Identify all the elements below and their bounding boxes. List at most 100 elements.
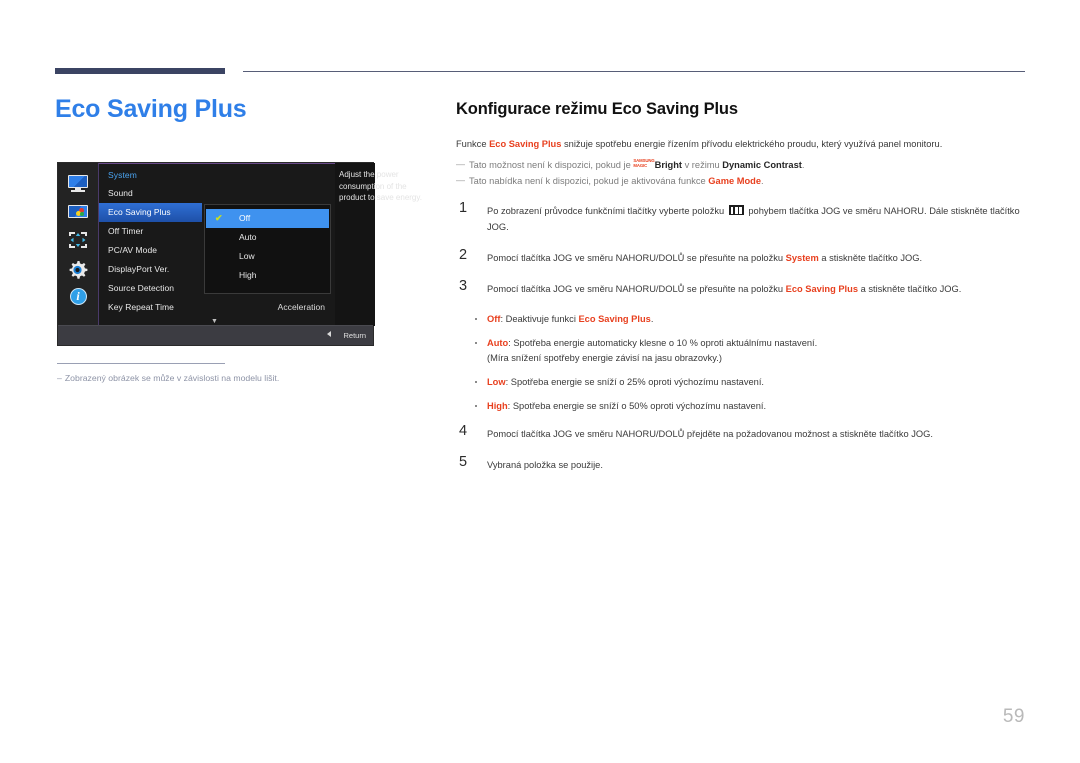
osd-submenu-item-low[interactable]: Low bbox=[205, 247, 330, 266]
left-note-divider bbox=[57, 363, 225, 364]
osd-submenu-item-auto[interactable]: Auto bbox=[205, 228, 330, 247]
osd-item-label: Eco Saving Plus bbox=[108, 207, 171, 217]
section-title: Konfigurace režimu Eco Saving Plus bbox=[456, 100, 738, 118]
jog-menu-icon bbox=[728, 205, 744, 215]
osd-submenu-label: High bbox=[239, 270, 257, 280]
bullet-dot-icon bbox=[475, 318, 478, 321]
option-bullets: Off: Deaktivuje funkci Eco Saving Plus. … bbox=[456, 312, 1026, 414]
bullet-text: Low: Spotřeba energie se sníží o 25% opr… bbox=[487, 375, 1026, 390]
em-dash-icon: — bbox=[456, 159, 465, 169]
bullet-dot-icon bbox=[475, 381, 478, 384]
bullet-text: Auto: Spotřeba energie automaticky klesn… bbox=[487, 336, 1026, 351]
step3-part-a: Pomocí tlačítka JOG ve směru NAHORU/DOLŮ… bbox=[487, 284, 786, 294]
bullet-low-a: : Spotřeba energie se sníží o 25% oproti… bbox=[505, 377, 764, 387]
bullet-low: Low: Spotřeba energie se sníží o 25% opr… bbox=[456, 375, 1026, 390]
header-rule-left bbox=[55, 68, 225, 74]
osd-sidebar: i bbox=[58, 163, 98, 326]
manual-page: Eco Saving Plus i System Sound Eco Savin… bbox=[0, 0, 1080, 763]
step-text: Pomocí tlačítka JOG ve směru NAHORU/DOLŮ… bbox=[487, 281, 1026, 297]
step1-part-a: Po zobrazení průvodce funkčními tlačítky… bbox=[487, 206, 727, 216]
osd-menu-header: System bbox=[108, 170, 137, 180]
note1-part-b: v režimu bbox=[681, 160, 723, 170]
osd-item-value: Acceleration bbox=[277, 302, 325, 312]
osd-return-button[interactable]: Return bbox=[327, 331, 366, 340]
bullet-text: Off: Deaktivuje funkci Eco Saving Plus. bbox=[487, 312, 1026, 327]
bullet-low-label: Low bbox=[487, 377, 506, 387]
lead-paragraph: Funkce Eco Saving Plus snižuje spotřebu … bbox=[456, 137, 1026, 152]
bullet-text: High: Spotřeba energie se sníží o 50% op… bbox=[487, 399, 1026, 414]
lead-part-c: snižuje spotřebu energie řízením přívodu… bbox=[561, 139, 943, 149]
right-column: Konfigurace režimu Eco Saving Plus Funkc… bbox=[456, 100, 1026, 488]
osd-submenu-label: Low bbox=[239, 251, 255, 261]
osd-submenu-label: Auto bbox=[239, 232, 257, 242]
left-triangle-icon bbox=[327, 331, 332, 337]
step-4: 4 Pomocí tlačítka JOG ve směru NAHORU/DO… bbox=[456, 423, 1026, 442]
bullet-auto-sub: (Míra snížení spotřeby energie závisí na… bbox=[487, 353, 722, 363]
osd-bottom-bar: Return bbox=[58, 325, 373, 345]
step-number: 1 bbox=[459, 200, 468, 216]
step-text: Po zobrazení průvodce funkčními tlačítky… bbox=[487, 203, 1026, 235]
chevron-down-icon[interactable]: ▼ bbox=[211, 318, 218, 325]
step3-part-b: a stiskněte tlačítko JOG. bbox=[858, 284, 962, 294]
osd-submenu-item-off[interactable]: ✔ Off bbox=[206, 209, 329, 228]
left-note: – Zobrazený obrázek se může v závislosti … bbox=[57, 372, 387, 384]
page-title: Eco Saving Plus bbox=[55, 95, 247, 123]
note2-game-mode: Game Mode bbox=[708, 176, 761, 186]
note1-part-a: Tato možnost není k dispozici, pokud je bbox=[469, 160, 634, 170]
availability-note-1: — Tato možnost není k dispozici, pokud je… bbox=[456, 157, 1026, 173]
left-note-dash: – bbox=[57, 373, 62, 383]
step-text: Pomocí tlačítka JOG ve směru NAHORU/DOLŮ… bbox=[487, 429, 933, 439]
osd-help-text: Adjust the power consumption of the prod… bbox=[339, 170, 423, 202]
picture-icon[interactable] bbox=[67, 203, 89, 220]
bullet-auto-label: Auto bbox=[487, 338, 509, 348]
bullet-auto: Auto: Spotřeba energie automaticky klesn… bbox=[456, 336, 1026, 366]
monitor-icon[interactable] bbox=[67, 175, 89, 192]
step2-highlight: System bbox=[785, 253, 819, 263]
osd-item-label: Off Timer bbox=[108, 226, 144, 236]
osd-menu-item-sound[interactable]: Sound bbox=[99, 184, 335, 203]
step2-part-b: a stiskněte tlačítko JOG. bbox=[818, 253, 923, 263]
note1-dynamic-contrast: Dynamic Contrast bbox=[722, 160, 802, 170]
note1-bright: Bright bbox=[654, 160, 682, 170]
step-3: 3 Pomocí tlačítka JOG ve směru NAHORU/DO… bbox=[456, 278, 1026, 297]
bullet-dot-icon bbox=[475, 342, 478, 345]
osd-submenu-label: Off bbox=[239, 213, 251, 223]
bullet-off-b: . bbox=[650, 314, 654, 324]
bullet-high-a: : Spotřeba energie se sníží o 50% oproti… bbox=[507, 401, 767, 411]
lead-highlight: Eco Saving Plus bbox=[489, 139, 562, 149]
step-2: 2 Pomocí tlačítka JOG ve směru NAHORU/DO… bbox=[456, 247, 1026, 266]
step-text: Vybraná položka se použije. bbox=[487, 460, 603, 470]
bullet-dot-icon bbox=[475, 405, 478, 408]
check-icon: ✔ bbox=[215, 213, 223, 223]
osd-item-label: Sound bbox=[108, 188, 133, 198]
lead-part-a: Funkce bbox=[456, 139, 490, 149]
arrows-icon[interactable] bbox=[68, 231, 88, 249]
magic-line-2: MAGIC bbox=[633, 162, 648, 168]
bullet-high-label: High bbox=[487, 401, 508, 411]
availability-note-2: — Tato nabídka není k dispozici, pokud je… bbox=[456, 173, 1026, 189]
osd-submenu-item-high[interactable]: High bbox=[205, 266, 330, 285]
osd-item-label: PC/AV Mode bbox=[108, 245, 158, 255]
step-number: 2 bbox=[459, 247, 468, 263]
osd-item-label: DisplayPort Ver. bbox=[108, 264, 170, 274]
samsung-magic-logo: SAMSUNG MAGIC bbox=[633, 158, 654, 168]
info-icon[interactable]: i bbox=[69, 288, 87, 305]
note2-part-d: . bbox=[761, 176, 764, 186]
left-note-text: Zobrazený obrázek se může v závislosti n… bbox=[64, 373, 280, 383]
osd-menu-item-eco-saving-plus[interactable]: Eco Saving Plus bbox=[99, 203, 202, 222]
bullet-high: High: Spotřeba energie se sníží o 50% op… bbox=[456, 399, 1026, 414]
bullet-off-label: Off bbox=[487, 314, 501, 324]
note2-part-a: Tato nabídka není k dispozici, pokud je … bbox=[469, 176, 709, 186]
step-number: 5 bbox=[459, 454, 468, 470]
osd-item-label: Source Detection bbox=[108, 283, 175, 293]
em-dash-icon: — bbox=[456, 175, 465, 185]
gear-icon[interactable] bbox=[67, 260, 89, 279]
step3-highlight: Eco Saving Plus bbox=[785, 284, 858, 294]
note1-part-d: . bbox=[801, 160, 805, 170]
step-number: 3 bbox=[459, 278, 468, 294]
step-text: Pomocí tlačítka JOG ve směru NAHORU/DOLŮ… bbox=[487, 250, 1026, 266]
header-rule-right bbox=[243, 71, 1025, 72]
osd-screenshot: i System Sound Eco Saving Plus Off Timer… bbox=[57, 162, 422, 346]
step-1: 1 Po zobrazení průvodce funkčními tlačít… bbox=[456, 200, 1026, 235]
osd-menu-item-key-repeat-time[interactable]: Key Repeat Time Acceleration bbox=[99, 298, 335, 317]
